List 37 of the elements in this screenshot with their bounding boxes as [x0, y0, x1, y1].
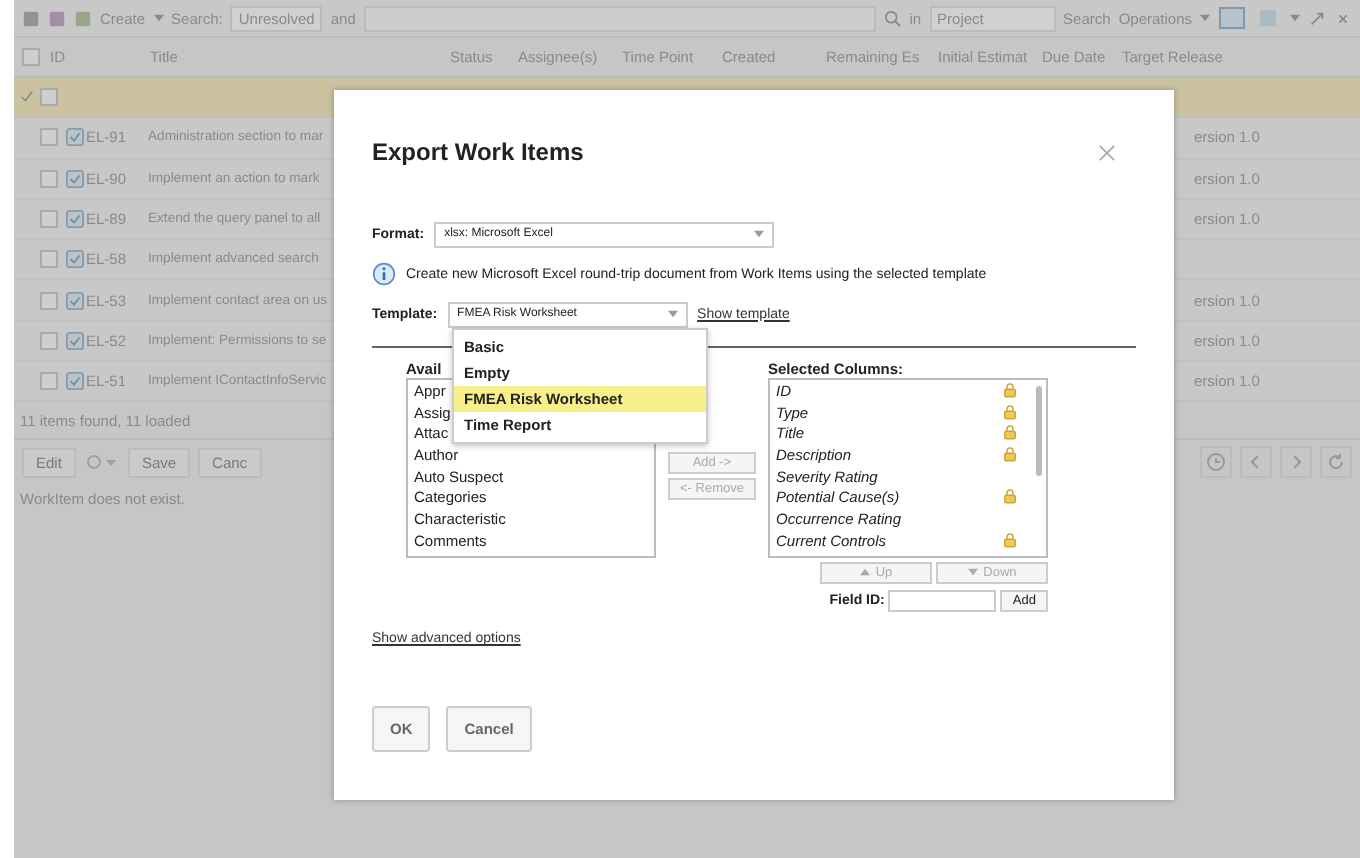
checkbox[interactable]	[40, 372, 58, 391]
refresh-icon[interactable]	[1320, 446, 1352, 479]
work-item-icon	[66, 250, 84, 269]
work-item-icon	[66, 210, 84, 229]
next-icon[interactable]	[1280, 446, 1312, 479]
close-icon[interactable]	[1334, 9, 1352, 27]
scrollbar[interactable]	[1035, 386, 1042, 476]
field-id-input[interactable]	[888, 590, 997, 612]
layout-icon[interactable]	[1254, 6, 1282, 30]
checkbox[interactable]	[40, 88, 58, 107]
down-arrow-icon	[967, 568, 978, 576]
checkbox[interactable]	[40, 210, 58, 229]
check-icon	[20, 90, 34, 105]
checkbox[interactable]	[22, 48, 40, 66]
caret-icon	[153, 14, 164, 22]
search-icon[interactable]	[883, 9, 902, 27]
up-arrow-icon	[859, 568, 870, 576]
tool-icon[interactable]	[1308, 9, 1326, 27]
checkbox[interactable]	[40, 169, 58, 188]
close-icon[interactable]	[1098, 143, 1116, 161]
clock-icon[interactable]	[1200, 446, 1232, 479]
work-item-icon	[66, 128, 84, 147]
previous-icon[interactable]	[1240, 446, 1272, 479]
checkbox[interactable]	[40, 250, 58, 269]
work-item-icon	[66, 331, 84, 350]
dialog-title: Export Work Items	[372, 138, 584, 166]
work-item-icon	[66, 291, 84, 310]
caret-icon[interactable]	[1290, 14, 1300, 22]
gear-icon[interactable]	[83, 452, 120, 473]
checkbox[interactable]	[40, 331, 58, 350]
checkbox[interactable]	[40, 128, 58, 147]
info-icon	[372, 262, 396, 286]
layout-icon[interactable]	[1218, 6, 1246, 30]
work-item-icon	[66, 169, 84, 188]
caret-icon	[1200, 14, 1210, 22]
work-item-icon	[66, 372, 84, 391]
checkbox[interactable]	[40, 291, 58, 310]
